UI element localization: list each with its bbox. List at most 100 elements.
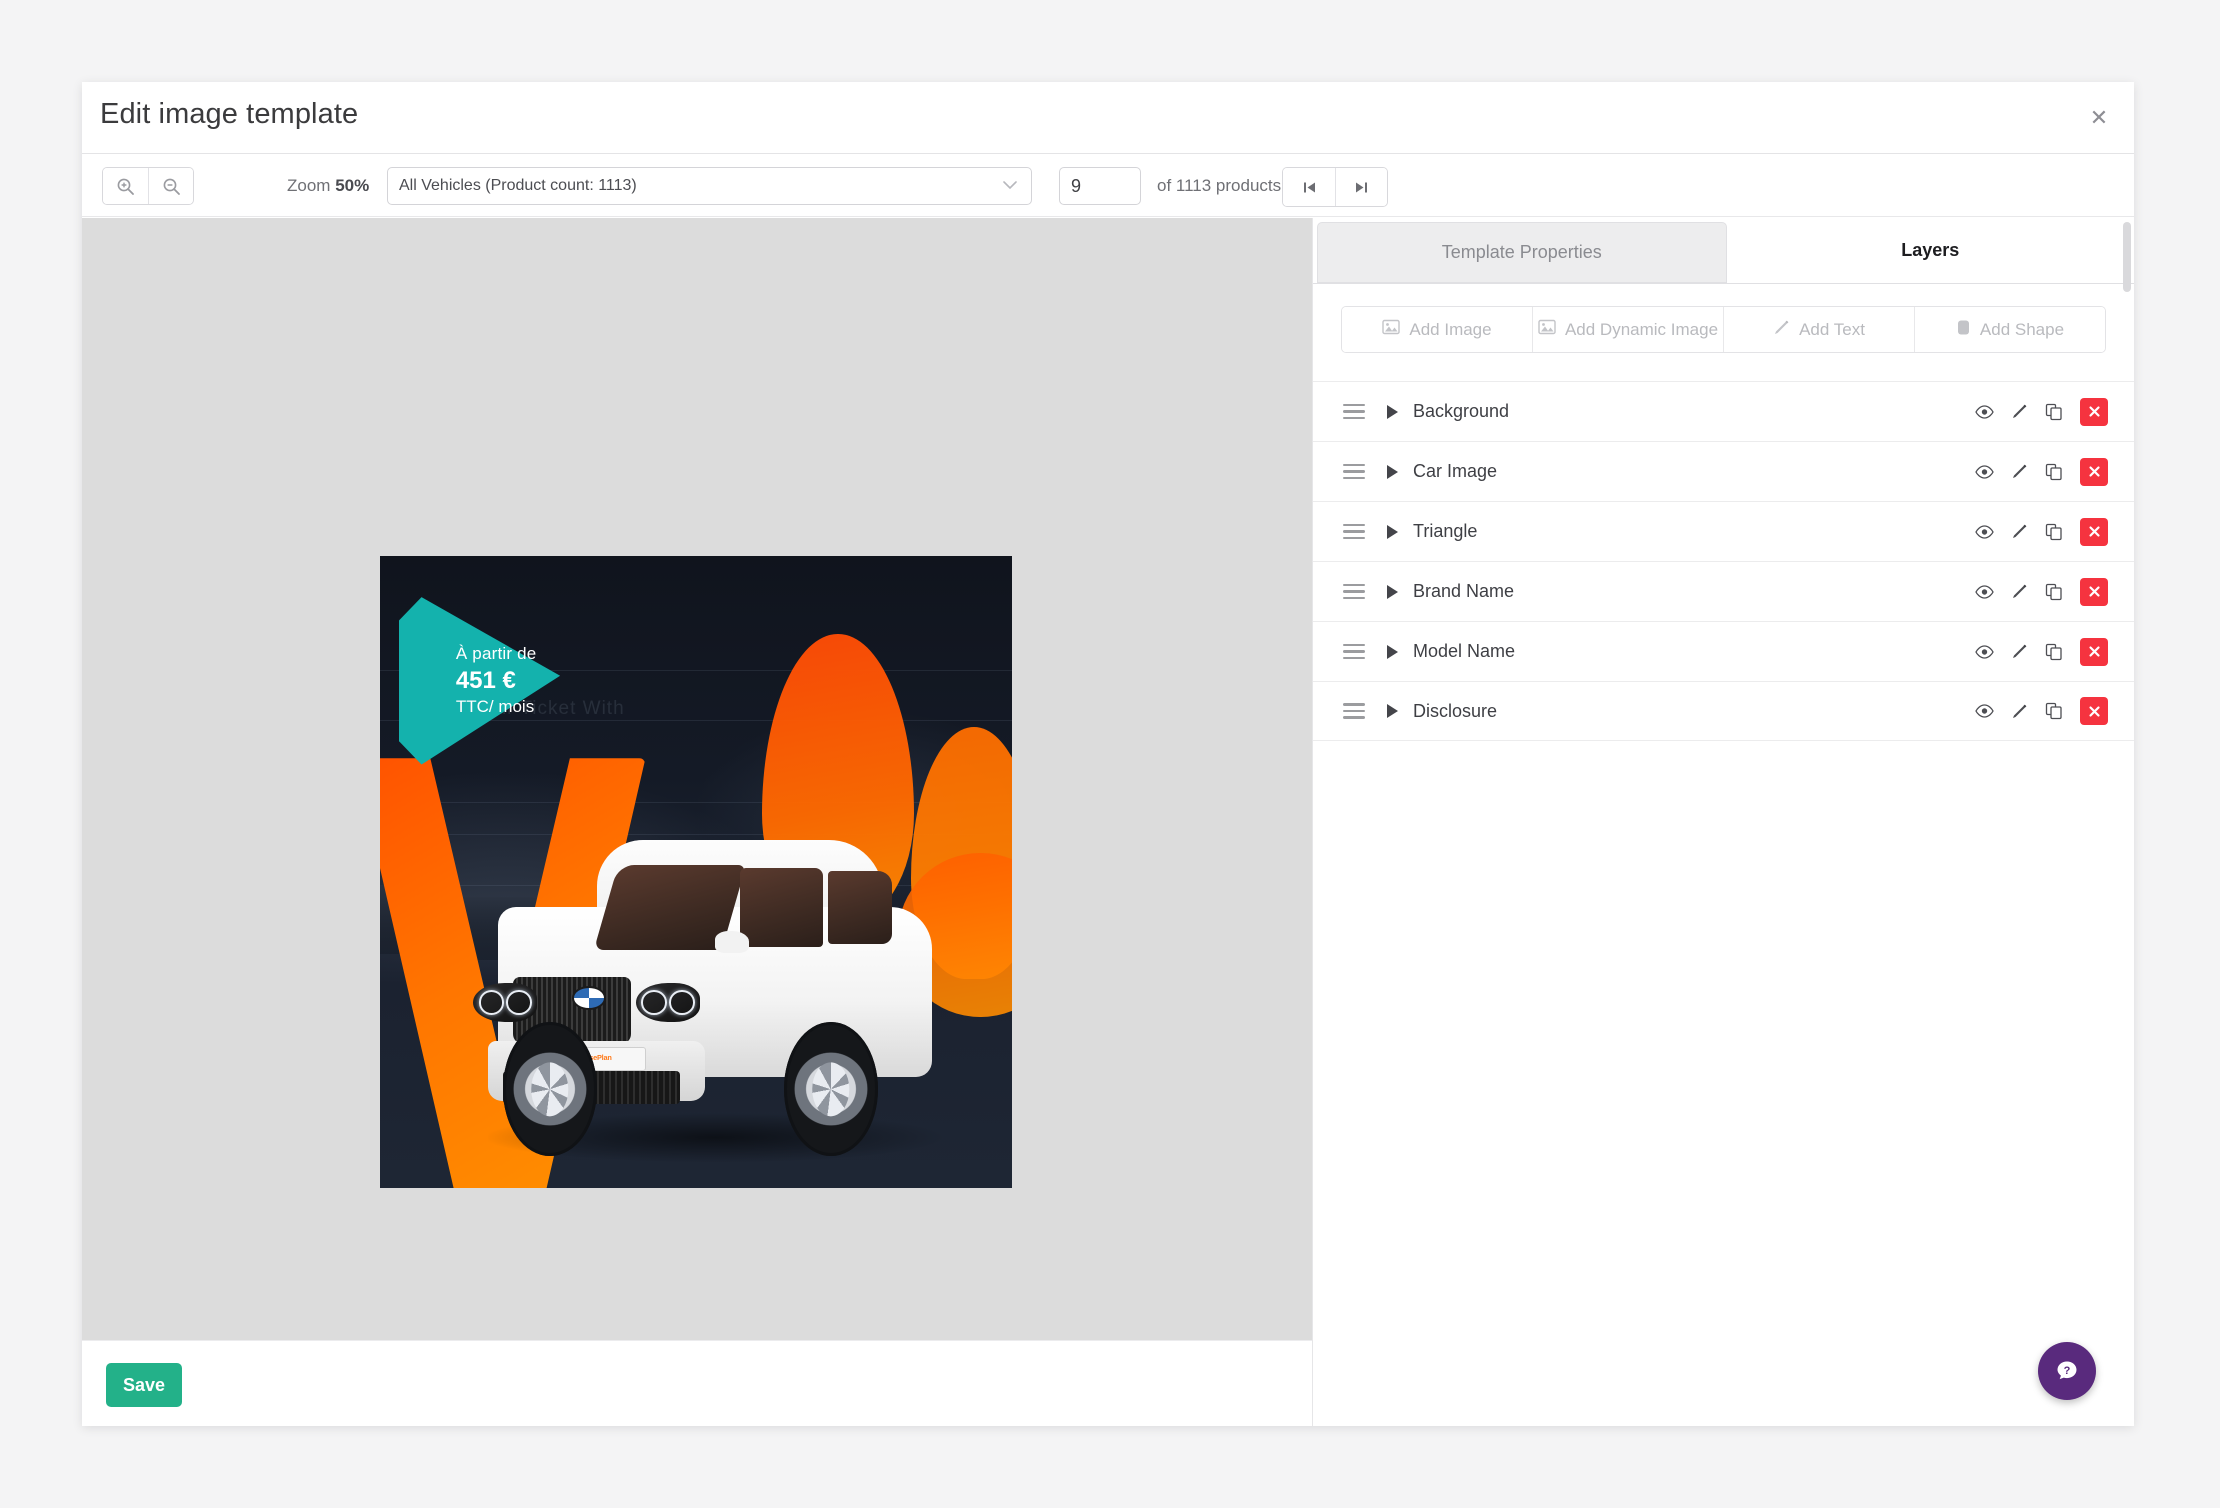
toolbar: Zoom 50% All Vehicles (Product count: 11…	[82, 154, 2134, 217]
badge-suffix-text: TTC/ mois	[455, 697, 535, 717]
copy-icon[interactable]	[2045, 643, 2063, 661]
layer-actions	[1975, 517, 2108, 546]
car-image: LeasePlan	[468, 840, 961, 1162]
chevron-down-icon	[1002, 177, 1018, 195]
product-count-label: of 1113 products	[1157, 176, 1282, 195]
add-text-label: Add Text	[1799, 319, 1865, 339]
copy-icon[interactable]	[2045, 523, 2063, 541]
delete-layer-button[interactable]	[2080, 577, 2108, 606]
product-feed-selected-value: All Vehicles (Product count: 1113)	[399, 177, 637, 194]
copy-icon[interactable]	[2045, 463, 2063, 481]
close-icon[interactable]: ✕	[2082, 101, 2116, 135]
layer-name: Background	[1413, 401, 1510, 421]
page-title: Edit image template	[100, 98, 359, 130]
creative-preview[interactable]: Take Your Ticket With LeasePlan À partir…	[380, 556, 1012, 1188]
add-shape-label: Add Shape	[1979, 319, 2065, 339]
image-icon	[1382, 319, 1401, 340]
delete-layer-button[interactable]	[2080, 637, 2108, 666]
drag-handle-icon[interactable]	[1343, 703, 1365, 719]
eye-icon[interactable]	[1975, 644, 1994, 659]
skip-to-last-icon[interactable]	[1335, 168, 1387, 206]
drag-handle-icon[interactable]	[1343, 643, 1365, 660]
zoom-controls	[102, 167, 194, 205]
expand-caret-icon[interactable]	[1387, 704, 1398, 718]
panel-tabs: Template Properties Layers	[1313, 218, 2134, 292]
delete-layer-button[interactable]	[2080, 397, 2108, 426]
add-image-label: Add Image	[1409, 319, 1492, 339]
delete-layer-button[interactable]	[2080, 697, 2108, 725]
expand-caret-icon[interactable]	[1387, 524, 1398, 539]
layer-row[interactable]: Background	[1313, 381, 2134, 441]
drag-handle-icon[interactable]	[1343, 403, 1365, 420]
drag-handle-icon[interactable]	[1343, 523, 1365, 540]
price-badge: À partir de 451 € TTC/ mois	[399, 597, 560, 764]
copy-icon[interactable]	[2045, 583, 2063, 601]
layer-actions	[1975, 637, 2108, 666]
zoom-percentage: 50%	[335, 176, 370, 195]
pencil-icon[interactable]	[2011, 583, 2028, 600]
badge-price-text: 451 €	[455, 667, 516, 695]
edit-image-template-modal: Edit image template ✕ Zoom 50% All Vehic…	[82, 82, 2134, 1426]
layer-actions	[1975, 397, 2108, 426]
drag-handle-icon[interactable]	[1343, 463, 1365, 480]
pencil-icon[interactable]	[2011, 703, 2028, 720]
tab-layers[interactable]: Layers	[1726, 218, 2134, 283]
expand-caret-icon[interactable]	[1387, 584, 1398, 599]
add-dynamic-image-label: Add Dynamic Image	[1564, 319, 1719, 339]
pencil-icon	[1773, 319, 1790, 341]
layer-name: Disclosure	[1413, 700, 1498, 721]
layer-row[interactable]: Brand Name	[1313, 561, 2134, 621]
pencil-icon[interactable]	[2011, 463, 2028, 480]
eye-icon[interactable]	[1975, 524, 1994, 539]
badge-prefix-text: À partir de	[455, 644, 537, 664]
skip-to-first-icon[interactable]	[1283, 168, 1335, 206]
eye-icon[interactable]	[1975, 464, 1994, 479]
layer-row[interactable]: Model Name	[1313, 621, 2134, 681]
zoom-in-icon[interactable]	[103, 168, 148, 204]
zoom-out-icon[interactable]	[148, 168, 193, 204]
pencil-icon[interactable]	[2011, 523, 2028, 540]
eye-icon[interactable]	[1975, 704, 1994, 718]
delete-layer-button[interactable]	[2080, 517, 2108, 546]
modal-header: Edit image template ✕	[82, 82, 2134, 154]
svg-text:?: ?	[2064, 1365, 2071, 1377]
zoom-label: Zoom 50%	[287, 176, 369, 196]
expand-caret-icon[interactable]	[1387, 644, 1398, 659]
drag-handle-icon[interactable]	[1343, 583, 1365, 600]
copy-icon[interactable]	[2045, 403, 2063, 421]
panel-scrollbar[interactable]	[2123, 222, 2131, 292]
save-button[interactable]: Save	[106, 1363, 182, 1407]
product-feed-select[interactable]: All Vehicles (Product count: 1113)	[387, 167, 1032, 205]
expand-caret-icon[interactable]	[1387, 404, 1398, 419]
layer-name: Triangle	[1413, 521, 1478, 541]
eye-icon[interactable]	[1975, 584, 1994, 599]
eye-icon[interactable]	[1975, 404, 1994, 419]
layer-row[interactable]: Car Image	[1313, 441, 2134, 501]
shape-icon	[1956, 319, 1971, 341]
pencil-icon[interactable]	[2011, 643, 2028, 660]
add-shape-button[interactable]: Add Shape	[1914, 307, 2105, 352]
layer-actions	[1975, 697, 2108, 725]
canvas-work-area[interactable]: Take Your Ticket With LeasePlan À partir…	[82, 218, 1312, 1426]
help-question-icon[interactable]: ?	[2038, 1342, 2096, 1400]
add-dynamic-image-button[interactable]: Add Dynamic Image	[1532, 307, 1723, 352]
layer-name: Brand Name	[1413, 581, 1515, 601]
layer-row[interactable]: Disclosure	[1313, 681, 2134, 741]
delete-layer-button[interactable]	[2080, 457, 2108, 486]
layer-name: Car Image	[1413, 461, 1498, 481]
right-panel: Template Properties Layers Add Image Add…	[1312, 218, 2134, 1426]
layer-actions	[1975, 457, 2108, 486]
tab-template-properties[interactable]: Template Properties	[1317, 222, 1727, 283]
page-number-input[interactable]	[1059, 167, 1141, 205]
dynamic-image-icon	[1538, 319, 1556, 340]
expand-caret-icon[interactable]	[1387, 464, 1398, 479]
layer-row[interactable]: Triangle	[1313, 501, 2134, 561]
pagination-controls	[1282, 167, 1388, 207]
pencil-icon[interactable]	[2011, 403, 2028, 420]
add-image-button[interactable]: Add Image	[1342, 307, 1532, 352]
layers-list: Background Car Image Triangle Brand Name Mod…	[1313, 381, 2134, 741]
modal-footer: Save	[82, 1340, 1312, 1426]
copy-icon[interactable]	[2045, 702, 2063, 720]
add-text-button[interactable]: Add Text	[1723, 307, 1914, 352]
layer-name: Model Name	[1413, 641, 1516, 661]
